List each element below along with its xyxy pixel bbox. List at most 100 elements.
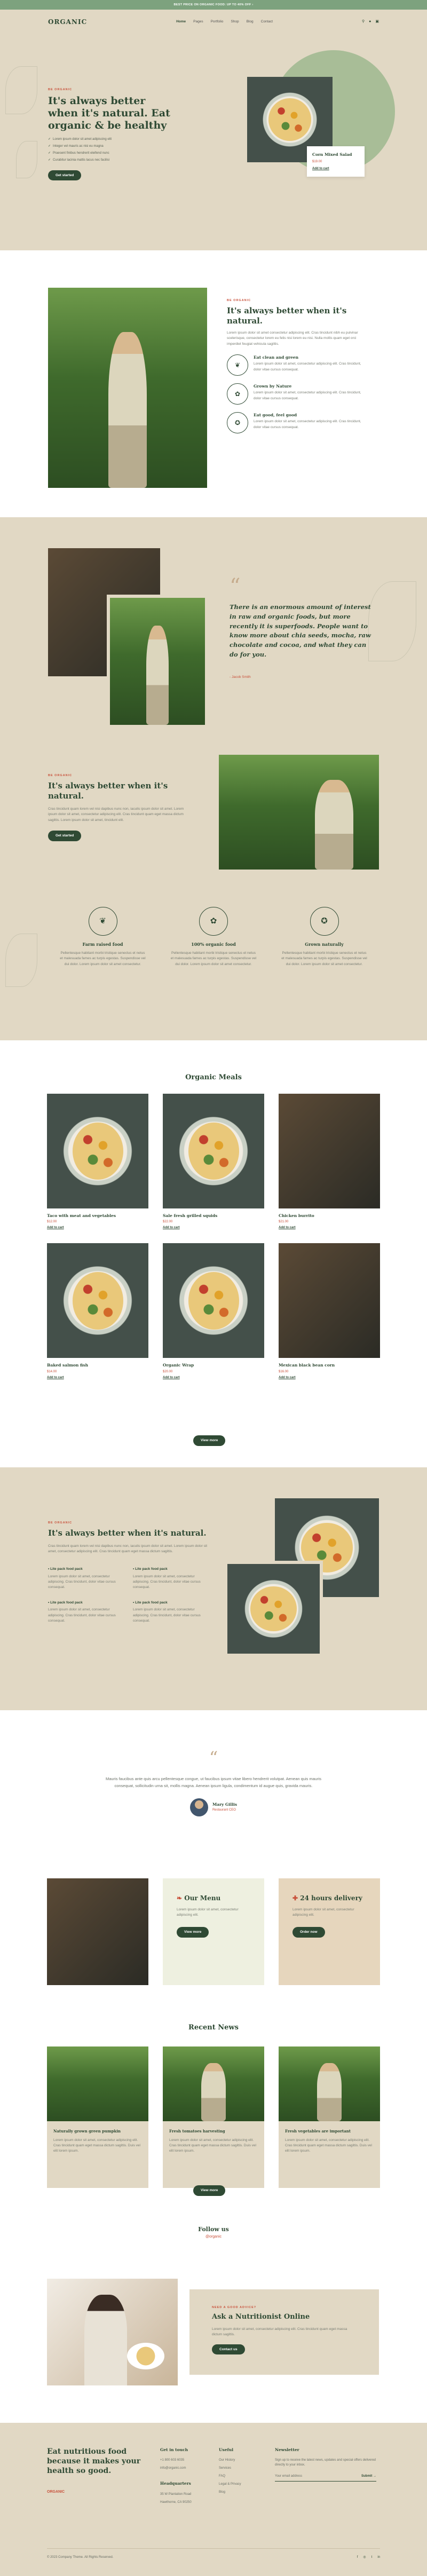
plus-icon: ✚ (292, 1894, 301, 1902)
meal-title[interactable]: Sale fresh grilled squids (163, 1213, 264, 1219)
feature-item: ✿ Grown by Nature Lorem ipsum dolor sit a… (227, 383, 366, 405)
footer-link[interactable]: Services (219, 2466, 241, 2471)
meal-card[interactable]: Mexican black bean corn $16.00 Add to cart (279, 1243, 380, 1380)
testimonial-author: Mary Gillis Restaurant CEO (189, 1798, 237, 1816)
meal-card[interactable]: Taco with meat and vegetables $12.00 Add t… (47, 1094, 148, 1230)
news-card[interactable]: Fresh vegetables are important Lorem ipsu… (279, 2046, 380, 2188)
news-image[interactable] (163, 2046, 264, 2121)
footer-useful-links: Useful Our History Services FAQ Legal & … (219, 2447, 241, 2498)
meal-image[interactable] (163, 1094, 264, 1208)
nav-home[interactable]: Home (176, 19, 186, 25)
add-to-cart-link[interactable]: Add to cart (47, 1376, 148, 1380)
add-to-cart-link[interactable]: Add to cart (163, 1226, 264, 1230)
view-more-news-button[interactable]: View more (193, 2185, 226, 2196)
follow-handle[interactable]: @organic (0, 2234, 427, 2240)
quote-icon: “ (209, 1748, 218, 1768)
meal-card[interactable]: Baked salmon fish $14.00 Add to cart (47, 1243, 148, 1380)
about-text: Lorem ipsum dolor sit amet consectetur a… (227, 330, 358, 346)
meal-card[interactable]: Sale fresh grilled squids $22.00 Add to ca… (163, 1094, 264, 1230)
herbs-image (47, 1878, 148, 1985)
footer-phone[interactable]: +1 800 603 6035 (160, 2458, 192, 2463)
delivery-title: ✚ 24 hours delivery (292, 1893, 366, 1903)
news-card-title[interactable]: Fresh vegetables are important (285, 2129, 374, 2135)
benefit-item: ❦ Farm raised food Pellentesque habitant… (59, 907, 147, 967)
user-icon[interactable]: ● (369, 19, 371, 25)
get-started-button[interactable]: Get started (48, 170, 82, 181)
pack-title: • Lite pack food pack (133, 1600, 168, 1605)
leaf-icon: ❦ (227, 354, 248, 376)
nav-contact[interactable]: Contact (261, 19, 273, 25)
newsletter-email-input[interactable]: Your email address (275, 2474, 302, 2479)
main-menu: Home Pages Portfolio Shop Blog Contact (176, 19, 273, 25)
facebook-icon[interactable]: f (357, 2555, 358, 2560)
meal-price: $14.00 (47, 1370, 57, 1373)
news-card[interactable]: Fresh tomatoes harvesting Lorem ipsum dol… (163, 2046, 264, 2188)
nav-shop[interactable]: Shop (231, 19, 239, 25)
view-more-meals-button[interactable]: View more (193, 1435, 226, 1446)
footer-link[interactable]: Blog (219, 2490, 241, 2495)
add-to-cart-link[interactable]: Add to cart (163, 1376, 264, 1380)
nav-blog[interactable]: Blog (247, 19, 254, 25)
pack-item: • Lite pack food pack Lorem ipsum dolor s… (48, 1567, 123, 1591)
feature-title: Eat clean and green (254, 354, 299, 360)
add-to-cart-link[interactable]: Add to cart (279, 1376, 380, 1380)
newsletter-submit-button[interactable]: Submit → (361, 2474, 376, 2479)
nav-pages[interactable]: Pages (193, 19, 203, 25)
footer-link[interactable]: FAQ (219, 2474, 241, 2479)
meal-title[interactable]: Chicken burrito (279, 1213, 380, 1219)
footer-heading: Get in touch (160, 2447, 188, 2452)
navbar: ORGANIC Home Pages Portfolio Shop Blog C… (48, 10, 379, 34)
instagram-icon[interactable]: ◎ (363, 2555, 366, 2560)
logo[interactable]: ORGANIC (48, 17, 87, 27)
meal-price: $21.00 (279, 1220, 289, 1224)
pack-title: • Lite pack food pack (48, 1600, 83, 1605)
twitter-icon[interactable]: t (371, 2555, 373, 2560)
hero-title: It's always better when it's natural. Ea… (48, 95, 170, 131)
footer-heading: Headquarters (160, 2481, 191, 2486)
footer-link[interactable]: Our History (219, 2458, 241, 2463)
news-image[interactable] (279, 2046, 380, 2121)
news-card-title[interactable]: Naturally grown green pumpkin (53, 2129, 142, 2135)
meal-card[interactable]: Chicken burrito $21.00 Add to cart (279, 1094, 380, 1230)
footer-link[interactable]: Legal & Privacy (219, 2482, 241, 2487)
news-card-title[interactable]: Fresh tomatoes harvesting (169, 2129, 258, 2135)
promo-topbar[interactable]: BEST PRICE ON ORGANIC FOOD: UP TO 40% OF… (0, 0, 427, 10)
meal-title[interactable]: Organic Wrap (163, 1362, 264, 1368)
footer-email[interactable]: info@organic.com (160, 2466, 192, 2471)
meal-card[interactable]: Organic Wrap $20.00 Add to cart (163, 1243, 264, 1380)
cart-icon[interactable]: ▣ (375, 19, 379, 25)
meal-title[interactable]: Mexican black bean corn (279, 1362, 380, 1368)
pack-text: Lorem ipsum dolor sit amet, consectetur … (133, 1574, 201, 1590)
quote-icon: “ (230, 574, 241, 599)
order-now-button[interactable]: Order now (292, 1926, 325, 1938)
linkedin-icon[interactable]: in (377, 2555, 380, 2560)
add-to-cart-link[interactable]: Add to cart (47, 1226, 148, 1230)
nutri-title: Ask a Nutritionist Online (212, 2313, 310, 2321)
meal-image[interactable] (47, 1094, 148, 1208)
meal-image[interactable] (279, 1094, 380, 1208)
search-icon[interactable]: ⚲ (362, 19, 365, 25)
footer-newsletter: Newsletter Sign up to receive the latest… (275, 2447, 382, 2485)
meal-image[interactable] (47, 1243, 148, 1358)
meal-image[interactable] (279, 1243, 380, 1358)
menu-title: ❧ Our Menu (177, 1893, 250, 1903)
story-text: Cras tincidunt quam lorem vel nisi dapib… (48, 807, 184, 822)
nutritionist-section: NEED A GOOD ADVICE? Ask a Nutritionist O… (0, 2279, 427, 2404)
meal-title[interactable]: Taco with meat and vegetables (47, 1213, 148, 1219)
add-to-cart-link[interactable]: Add to cart (279, 1226, 380, 1230)
news-card[interactable]: Naturally grown green pumpkin Lorem ipsum… (47, 2046, 148, 2188)
nav-portfolio[interactable]: Portfolio (211, 19, 224, 25)
meals-grid: Taco with meat and vegetables $12.00 Add t… (47, 1094, 381, 1380)
view-menu-button[interactable]: View more (177, 1926, 209, 1938)
news-image[interactable] (47, 2046, 148, 2121)
topbar-text[interactable]: BEST PRICE ON ORGANIC FOOD: UP TO 40% OF… (174, 3, 254, 6)
check-icon: ✓ (48, 158, 51, 162)
follow-section: Follow us @organic (0, 2225, 427, 2279)
add-to-cart-link[interactable]: Add to cart (312, 167, 359, 171)
meal-image[interactable] (163, 1243, 264, 1358)
meal-title[interactable]: Baked salmon fish (47, 1362, 148, 1368)
egg-salad-image (224, 1561, 323, 1657)
footer-logo[interactable]: ORGANIC (47, 2490, 65, 2495)
contact-us-button[interactable]: Contact us (212, 2344, 245, 2355)
get-started-button[interactable]: Get started (48, 830, 82, 841)
